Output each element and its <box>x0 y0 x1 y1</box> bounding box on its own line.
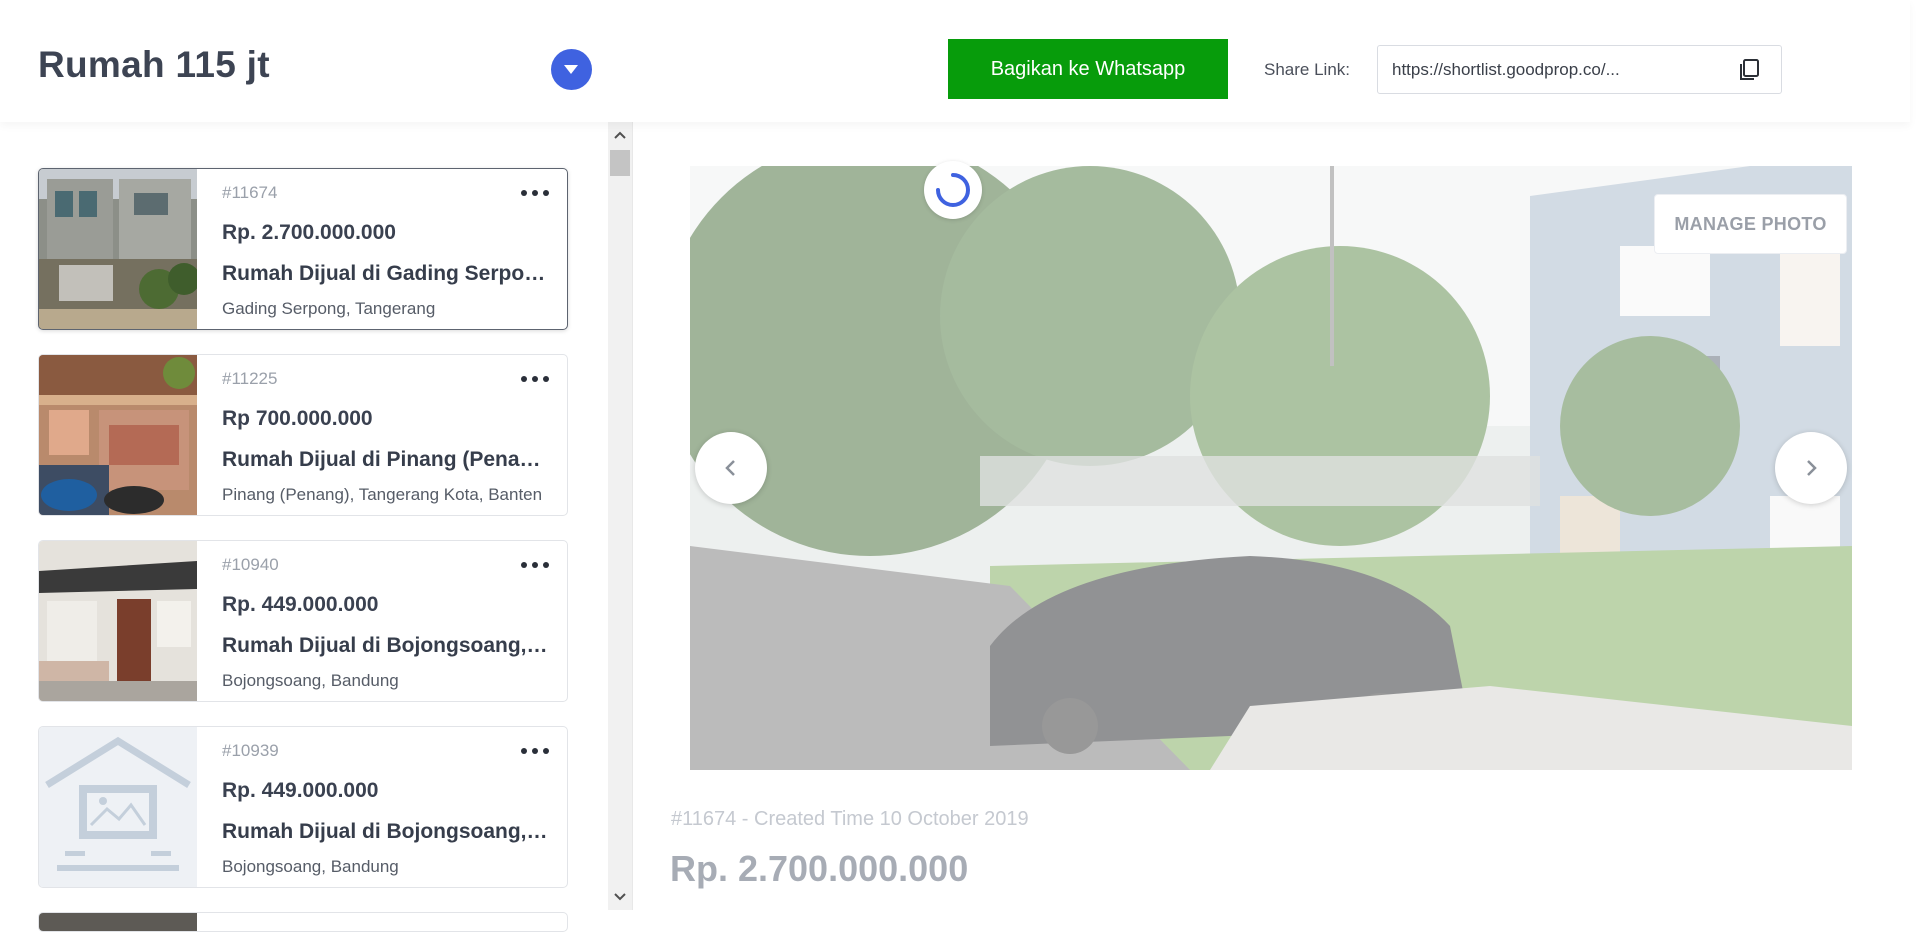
listing-sidebar: #11674 Rp. 2.700.000.000 Rumah Dijual di… <box>0 122 608 932</box>
previous-photo-button[interactable] <box>695 432 767 504</box>
listing-thumbnail <box>39 355 197 515</box>
listing-title: Rumah Dijual di Gading Serpong, Tangeran… <box>222 262 552 285</box>
listing-id: #11225 <box>222 369 278 388</box>
listing-title: Rumah Dijual di Bojongsoang, Bandung <box>222 634 552 657</box>
listing-meta: #11674 - Created Time 10 October 2019 <box>671 808 1029 830</box>
more-horizontal-icon[interactable] <box>519 181 551 205</box>
page-title: Rumah 115 jt <box>38 44 270 85</box>
detail-price: Rp. 2.700.000.000 <box>670 848 969 889</box>
listing-location: Bojongsoang, Bandung <box>222 671 399 690</box>
listing-photo <box>690 166 1852 770</box>
header-bar: Rumah 115 jt Bagikan ke Whatsapp Share L… <box>0 0 1910 122</box>
chevron-left-icon <box>725 460 735 476</box>
chevron-right-icon <box>1807 460 1817 476</box>
panel-divider <box>632 122 633 910</box>
listing-card[interactable]: #11225 Rp 700.000.000 Rumah Dijual di Pi… <box>38 354 568 516</box>
listing-card[interactable] <box>38 912 568 932</box>
scroll-up-icon[interactable] <box>608 126 632 146</box>
share-link-value: https://shortlist.goodprop.co/... <box>1392 60 1620 79</box>
listing-id: #11674 <box>222 183 278 202</box>
share-link-label: Share Link: <box>1264 60 1350 79</box>
copy-icon[interactable] <box>1736 57 1762 83</box>
listing-card[interactable]: #11674 Rp. 2.700.000.000 Rumah Dijual di… <box>38 168 568 330</box>
share-link-field[interactable]: https://shortlist.goodprop.co/... <box>1377 45 1782 94</box>
listing-thumbnail <box>39 913 197 931</box>
next-photo-button[interactable] <box>1775 432 1847 504</box>
listing-card[interactable]: #10939 Rp. 449.000.000 Rumah Dijual di B… <box>38 726 568 888</box>
spinner-icon <box>924 161 982 219</box>
listing-price: Rp. 2.700.000.000 <box>222 221 396 244</box>
title-dropdown-button[interactable] <box>551 49 592 90</box>
more-horizontal-icon[interactable] <box>519 367 551 391</box>
sidebar-scrollbar[interactable] <box>608 122 632 910</box>
manage-photo-button[interactable]: MANAGE PHOTO <box>1654 194 1847 254</box>
listing-thumbnail <box>39 169 197 329</box>
listing-thumbnail <box>39 541 197 701</box>
listing-location: Pinang (Penang), Tangerang Kota, Banten <box>222 485 543 504</box>
listing-price: Rp 700.000.000 <box>222 407 373 430</box>
scrollbar-thumb[interactable] <box>610 150 630 176</box>
listing-price: Rp. 449.000.000 <box>222 779 379 802</box>
chevron-down-icon <box>564 65 578 74</box>
listing-id: #10940 <box>222 555 279 574</box>
listing-location: Gading Serpong, Tangerang <box>222 299 436 318</box>
listing-title: Rumah Dijual di Pinang (Penang), Tangera… <box>222 448 552 471</box>
listing-price: Rp. 449.000.000 <box>222 593 379 616</box>
listing-title: Rumah Dijual di Bojongsoang, Bandung <box>222 820 552 843</box>
share-whatsapp-button[interactable]: Bagikan ke Whatsapp <box>948 39 1228 99</box>
more-horizontal-icon[interactable] <box>519 553 551 577</box>
placeholder-house-icon <box>39 727 197 887</box>
listing-id: #10939 <box>222 741 279 760</box>
listing-card[interactable]: #10940 Rp. 449.000.000 Rumah Dijual di B… <box>38 540 568 702</box>
scroll-down-icon[interactable] <box>608 886 632 906</box>
more-horizontal-icon[interactable] <box>519 739 551 763</box>
listing-location: Bojongsoang, Bandung <box>222 857 399 876</box>
